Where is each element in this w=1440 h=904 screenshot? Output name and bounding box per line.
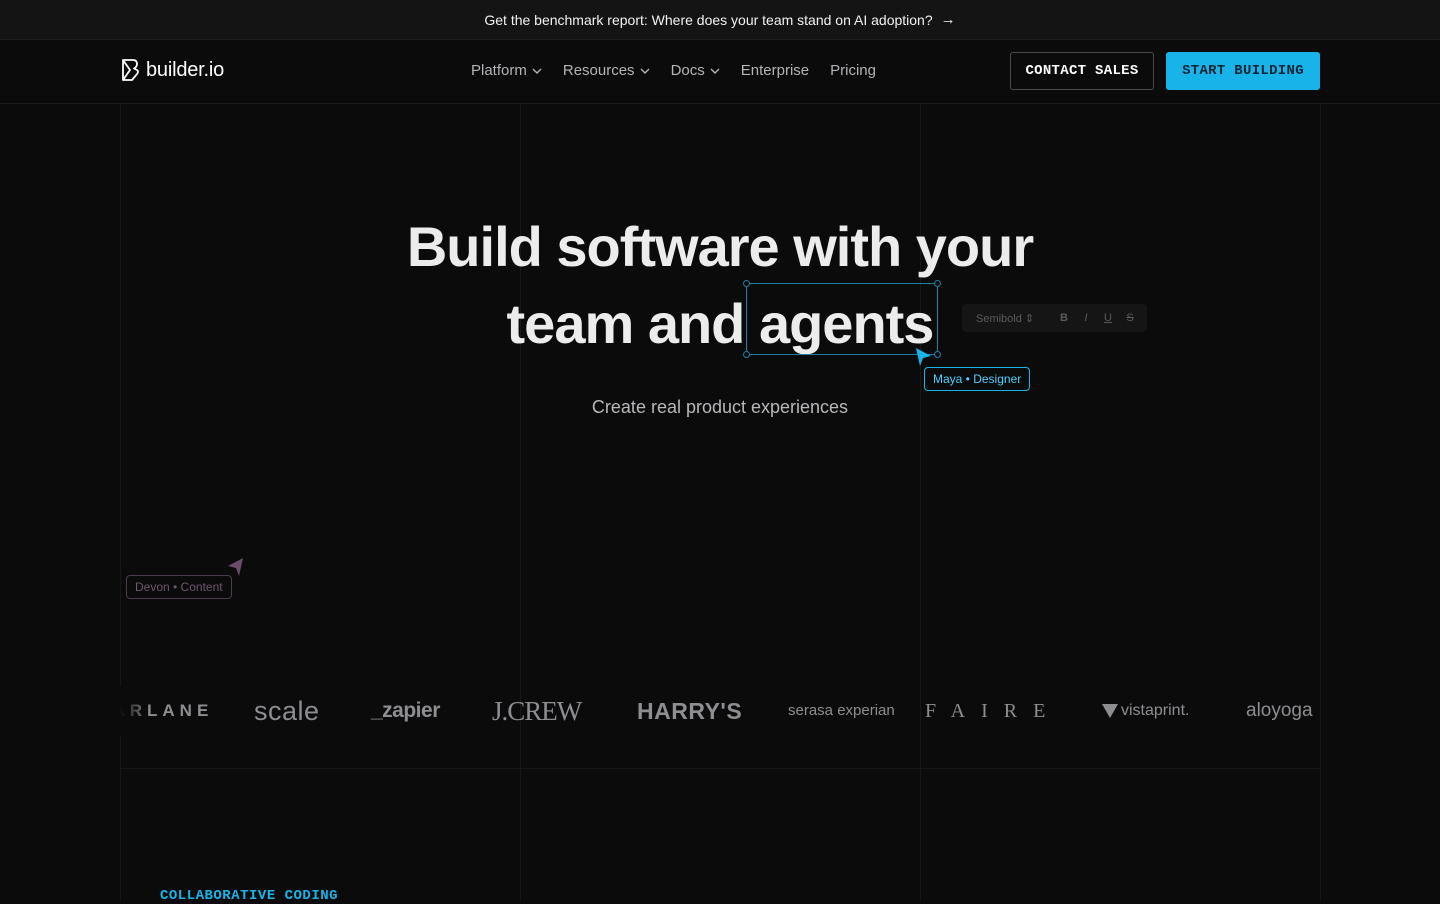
start-building-button[interactable]: START BUILDING (1166, 52, 1320, 90)
resize-handle[interactable] (934, 280, 941, 287)
logo-faire: FAIRE (925, 699, 1062, 722)
selection-box[interactable] (743, 280, 941, 358)
font-weight-select[interactable]: Semibold ⇕ (976, 312, 1046, 325)
nav-item-label: Docs (670, 62, 705, 79)
announcement-bar[interactable]: Get the benchmark report: Where does you… (0, 0, 1440, 40)
nav-item-label: Platform (471, 62, 527, 79)
nav-item-resources[interactable]: Resources (563, 62, 650, 79)
resize-handle[interactable] (743, 280, 750, 287)
resize-handle[interactable] (743, 351, 750, 358)
strikethrough-button[interactable]: S (1126, 312, 1134, 324)
nav-item-enterprise[interactable]: Enterprise (741, 62, 809, 79)
text-format-toolbar: Semibold ⇕ B I U S (962, 304, 1147, 332)
contact-sales-button[interactable]: CONTACT SALES (1010, 52, 1154, 90)
bold-button[interactable]: B (1060, 312, 1068, 324)
nav-item-docs[interactable]: Docs (671, 62, 720, 79)
announcement-text[interactable]: Get the benchmark report: Where does you… (484, 12, 932, 28)
logo-vistaprint: vistaprint. (1102, 686, 1189, 736)
logo-aloyoga: aloyoga (1246, 700, 1313, 721)
collaborator-tag-devon: Devon • Content (126, 575, 232, 599)
logo-vistaprint-text: vistaprint. (1121, 702, 1190, 719)
logo-serasa-text: serasa experian (788, 702, 895, 719)
vistaprint-mark-icon (1102, 704, 1118, 718)
hero-title-part: team and (506, 292, 746, 355)
grid-line (120, 768, 1320, 769)
chevron-down-icon (532, 68, 542, 74)
logo-scale: scale (254, 695, 320, 726)
hero-subtitle: Create real product experiences (591, 397, 849, 417)
logo-text: builder.io (146, 58, 225, 81)
logo-zapier: _zapier (371, 699, 440, 722)
logos-fade (120, 686, 150, 736)
logo-serasa-experian: serasa experian (788, 686, 928, 736)
logo[interactable]: builder.io (120, 58, 224, 82)
customer-logos: FARLANE scale _zapier J.CREW HARRY'S ser… (120, 686, 1320, 736)
underline-button[interactable]: U (1104, 312, 1112, 324)
main-menu: Platform Resources Docs Enterprise Prici… (471, 62, 897, 79)
italic-button[interactable]: I (1082, 312, 1090, 324)
nav-item-platform[interactable]: Platform (471, 62, 542, 79)
logo-harrys: HARRY'S (637, 697, 743, 724)
cursor-icon (228, 558, 243, 576)
section-label: COLLABORATIVE CODING (160, 888, 339, 904)
nav-item-label: Enterprise (740, 62, 810, 79)
hero-title: Build software with your team and agents (0, 208, 1440, 362)
chevron-down-icon (640, 68, 650, 74)
builder-logo-icon (122, 59, 139, 81)
collaborator-tag-maya: Maya • Designer (924, 367, 1031, 391)
logo-jcrew: J.CREW (492, 695, 582, 726)
nav-item-pricing[interactable]: Pricing (830, 62, 876, 79)
nav-item-label: Resources (562, 62, 635, 79)
chevron-down-icon (710, 68, 720, 74)
resize-handle[interactable] (934, 351, 941, 358)
top-nav: builder.io Platform Resources Docs Enter… (0, 40, 1440, 104)
arrow-right-icon: → (940, 11, 956, 28)
cursor-icon (916, 348, 931, 366)
hero-title-line1: Build software with your (406, 215, 1034, 278)
nav-item-label: Pricing (830, 62, 876, 79)
